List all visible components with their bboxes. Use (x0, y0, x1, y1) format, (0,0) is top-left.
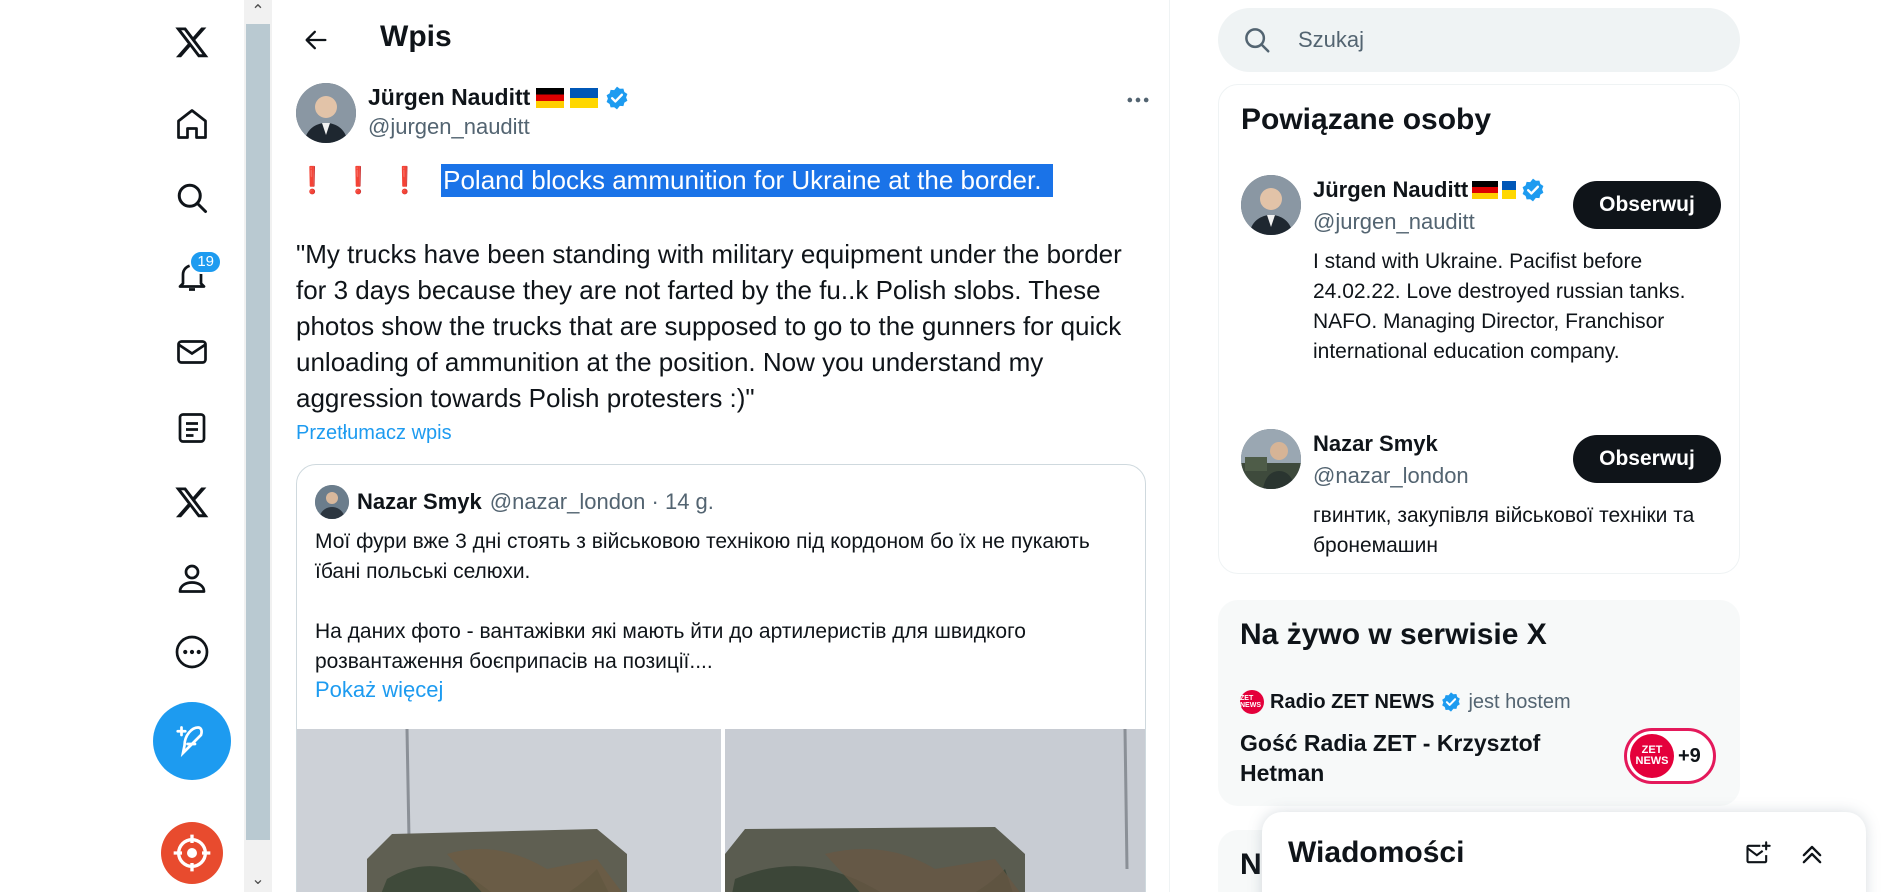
related-person-item[interactable]: Jürgen Nauditt @jurgen_nauditt I stand w… (1241, 175, 1721, 405)
ukraine-flag-icon (1502, 181, 1517, 199)
search-box[interactable] (1218, 8, 1740, 72)
related-people-title: Powiązane osoby (1241, 103, 1492, 136)
live-space-title[interactable]: Gość Radia ZET - Krzysztof Hetman (1240, 728, 1600, 788)
person-name-text: Nazar Smyk (1313, 431, 1438, 456)
scroll-down-arrow-icon[interactable]: ⌄ (244, 868, 272, 890)
account-avatar[interactable] (161, 822, 223, 884)
related-person-item[interactable]: Nazar Smyk @nazar_london гвинтик, закупі… (1241, 429, 1721, 559)
person-avatar-portrait-icon (1241, 429, 1301, 489)
back-arrow-icon (305, 30, 327, 50)
search-nav-icon[interactable] (164, 170, 220, 226)
translate-post-link[interactable]: Przetłumacz wpis (296, 422, 452, 445)
person-name-text: Jürgen Nauditt (1313, 177, 1469, 202)
quote-author-name: Nazar Smyk (357, 489, 482, 514)
search-icon (1245, 28, 1270, 53)
live-panel-title: Na żywo w serwisie X (1240, 618, 1547, 651)
post-header: Wpis (272, 0, 1169, 78)
messages-drawer[interactable]: Wiadomości (1262, 812, 1866, 892)
radio-zet-logo-icon: ZET NEWS (1240, 690, 1264, 714)
person-name[interactable]: Jürgen Nauditt (1313, 177, 1546, 203)
profile-icon[interactable] (164, 550, 220, 606)
quote-author-meta: @nazar_london · 14 g. (489, 489, 714, 514)
related-people-panel: Powiązane osoby Jürgen Nauditt @jurgen_n… (1218, 84, 1740, 574)
author-handle[interactable]: @jurgen_nauditt (368, 114, 530, 140)
live-listeners[interactable]: ZET NEWS +9 (1624, 728, 1716, 784)
quote-body: Мої фури вже 3 дні стоять з військовою т… (315, 530, 1090, 673)
new-message-icon (1746, 841, 1771, 864)
verified-badge-icon (1522, 178, 1544, 202)
verified-badge-icon (1442, 692, 1461, 712)
follow-button[interactable]: Obserwuj (1573, 435, 1721, 483)
notifications-badge: 19 (189, 250, 222, 274)
zet-news-logo-icon: ZET NEWS (1630, 734, 1674, 778)
author-name-text: Jürgen Nauditt (368, 84, 531, 110)
person-bio: I stand with Ukraine. Pacifist before 24… (1313, 250, 1686, 363)
person-handle[interactable]: @nazar_london (1313, 463, 1469, 489)
germany-flag-icon (1472, 181, 1499, 199)
tweet-body: "My trucks have been standing with milit… (296, 239, 1122, 413)
person-avatar[interactable] (1241, 175, 1301, 235)
quote-avatar-portrait-icon (315, 485, 349, 519)
back-button[interactable] (294, 18, 338, 62)
selected-tweet-text: Poland blocks ammunition for Ukraine at … (441, 164, 1054, 197)
person-bio: гвинтик, закупівля військової техніки та… (1313, 504, 1695, 557)
post-more-button[interactable] (1118, 80, 1158, 120)
live-host-name: Radio ZET NEWS (1270, 690, 1435, 713)
scrollbar[interactable]: ⌃ ⌄ (244, 0, 272, 892)
next-panel-title: N (1240, 848, 1262, 881)
home-icon[interactable] (164, 96, 220, 152)
premium-x-icon[interactable] (164, 474, 220, 530)
show-more-link[interactable]: Pokaż więcej (315, 677, 443, 703)
person-avatar[interactable] (1241, 429, 1301, 489)
listener-count: +9 (1678, 744, 1701, 767)
germany-flag-icon (536, 87, 565, 108)
live-space-host[interactable]: ZET NEWS Radio ZET NEWS jest hostem (1240, 690, 1571, 714)
quoted-post-card[interactable]: Nazar Smyk @nazar_london · 14 g. Мої фур… (296, 464, 1146, 892)
quoted-post-header: Nazar Smyk @nazar_london · 14 g. (315, 485, 714, 519)
author-name[interactable]: Jürgen Nauditt (368, 84, 630, 111)
exclamation-emoji-icons: ❗❗❗ (296, 165, 436, 195)
verified-badge-icon (606, 86, 628, 109)
author-avatar[interactable] (296, 83, 356, 143)
ukraine-flag-icon (570, 87, 599, 108)
media-photo-left[interactable] (297, 729, 721, 892)
quote-author-avatar (315, 485, 349, 519)
live-on-x-panel: Na żywo w serwisie X ZET NEWS Radio ZET … (1218, 600, 1740, 806)
x-logo-icon[interactable] (164, 14, 220, 70)
person-name[interactable]: Nazar Smyk (1313, 431, 1438, 457)
tweet-first-line: ❗❗❗ Poland blocks ammunition for Ukraine… (296, 164, 1054, 197)
messages-icon[interactable] (164, 324, 220, 380)
search-input[interactable] (1298, 27, 1718, 53)
compose-post-button[interactable] (153, 702, 231, 780)
truck-photo-image (725, 729, 1145, 892)
scroll-up-arrow-icon[interactable]: ⌃ (244, 0, 272, 22)
truck-photo-image (297, 729, 721, 892)
scroll-thumb[interactable] (246, 24, 270, 840)
person-handle[interactable]: @jurgen_nauditt (1313, 209, 1475, 235)
live-host-role: jest hostem (1468, 690, 1571, 713)
notifications-icon[interactable]: 19 (164, 248, 222, 304)
new-message-button[interactable] (1738, 834, 1778, 874)
feather-icon (176, 726, 203, 758)
more-options-icon[interactable] (164, 624, 220, 680)
lists-icon[interactable] (164, 400, 220, 456)
double-chevron-up-icon (1802, 845, 1822, 864)
messages-title: Wiadomości (1288, 836, 1465, 869)
page-title: Wpis (380, 20, 452, 53)
media-photo-right[interactable] (725, 729, 1145, 892)
expand-drawer-button[interactable] (1792, 834, 1832, 874)
follow-button[interactable]: Obserwuj (1573, 181, 1721, 229)
ellipsis-icon (1127, 97, 1149, 103)
account-target-icon (173, 834, 211, 872)
main-column: Wpis Jürgen Nauditt @jurgen_nauditt ❗❗❗ … (272, 0, 1170, 892)
author-avatar-portrait-icon (296, 83, 356, 143)
person-avatar-portrait-icon (1241, 175, 1301, 235)
